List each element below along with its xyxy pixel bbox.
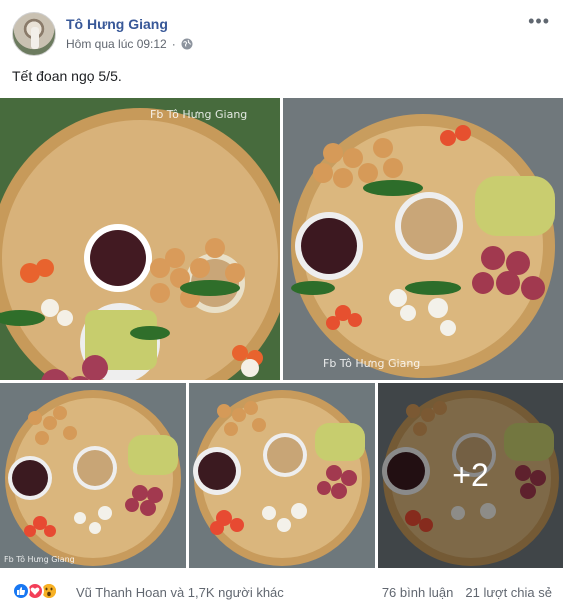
author-avatar[interactable] — [12, 12, 56, 56]
globe-icon[interactable] — [181, 38, 193, 50]
facebook-post: Tô Hưng Giang Hôm qua lúc 09:12 · ••• Tế… — [0, 0, 563, 613]
post-caption: Tết đoan ngọ 5/5. — [12, 68, 122, 84]
photo-1-image — [0, 98, 280, 380]
author-name[interactable]: Tô Hưng Giang — [66, 16, 168, 32]
photo-2-image — [283, 98, 563, 380]
shares-count[interactable]: 21 lượt chia sẻ — [465, 585, 552, 600]
photo-watermark: Fb Tô Hưng Giang — [323, 357, 421, 370]
more-options-icon[interactable]: ••• — [528, 12, 550, 30]
post-footer: Vũ Thanh Hoan và 1,7K người khác 76 bình… — [12, 576, 552, 606]
post-header: Tô Hưng Giang Hôm qua lúc 09:12 · ••• — [12, 10, 552, 58]
post-photo-3[interactable]: Fb Tô Hưng Giang — [0, 383, 186, 568]
like-icon — [12, 582, 30, 600]
photo-3-image — [0, 383, 186, 568]
photo-4-image — [189, 383, 375, 568]
engagement-counts: 76 bình luận 21 lượt chia sẻ — [382, 585, 552, 600]
post-photo-5[interactable]: +2 — [378, 383, 563, 568]
photo-watermark: Fb Tô Hưng Giang — [150, 108, 248, 121]
post-timestamp[interactable]: Hôm qua lúc 09:12 — [66, 37, 167, 51]
post-photo-2[interactable]: Fb Tô Hưng Giang — [283, 98, 563, 380]
photo-watermark: Fb Tô Hưng Giang — [4, 555, 75, 564]
post-photo-4[interactable] — [189, 383, 375, 568]
reaction-icons[interactable] — [12, 582, 58, 600]
post-meta: Hôm qua lúc 09:12 · — [66, 37, 193, 51]
more-photos-overlay[interactable]: +2 — [378, 383, 563, 568]
post-photo-1[interactable]: Fb Tô Hưng Giang — [0, 98, 280, 380]
more-photos-count: +2 — [452, 457, 489, 493]
reactions-summary[interactable]: Vũ Thanh Hoan và 1,7K người khác — [76, 585, 284, 600]
comments-count[interactable]: 76 bình luận — [382, 585, 454, 600]
